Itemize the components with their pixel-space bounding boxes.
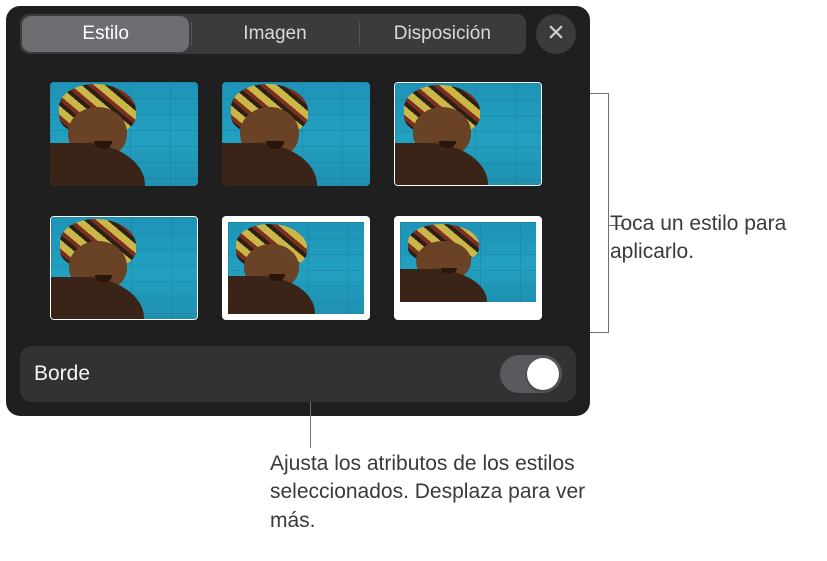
style-thumb-4[interactable]: [50, 216, 198, 320]
style-thumbnails: [6, 54, 590, 340]
segmented-control: Estilo Imagen Disposición: [20, 14, 526, 54]
callout-bottom: Ajusta los atributos de los estilos sele…: [270, 450, 590, 535]
style-thumb-1[interactable]: [50, 82, 198, 186]
tab-style[interactable]: Estilo: [22, 16, 189, 52]
style-thumb-6[interactable]: [394, 216, 542, 320]
border-label: Borde: [34, 362, 90, 386]
border-switch[interactable]: [500, 355, 562, 393]
tab-row: Estilo Imagen Disposición: [6, 14, 590, 54]
tab-layout[interactable]: Disposición: [359, 14, 526, 54]
border-row[interactable]: Borde: [20, 346, 576, 402]
tab-image-label: Imagen: [243, 23, 306, 45]
style-thumb-3[interactable]: [394, 82, 542, 186]
tab-style-label: Estilo: [82, 23, 128, 45]
format-panel: Estilo Imagen Disposición: [6, 6, 590, 416]
close-icon: [547, 23, 565, 46]
tab-image[interactable]: Imagen: [191, 14, 358, 54]
close-button[interactable]: [536, 14, 576, 54]
callout-right: Toca un estilo para aplicarlo.: [610, 210, 820, 267]
style-thumb-2[interactable]: [222, 82, 370, 186]
switch-knob: [527, 358, 559, 390]
style-thumb-5[interactable]: [222, 216, 370, 320]
tab-layout-label: Disposición: [394, 23, 491, 45]
